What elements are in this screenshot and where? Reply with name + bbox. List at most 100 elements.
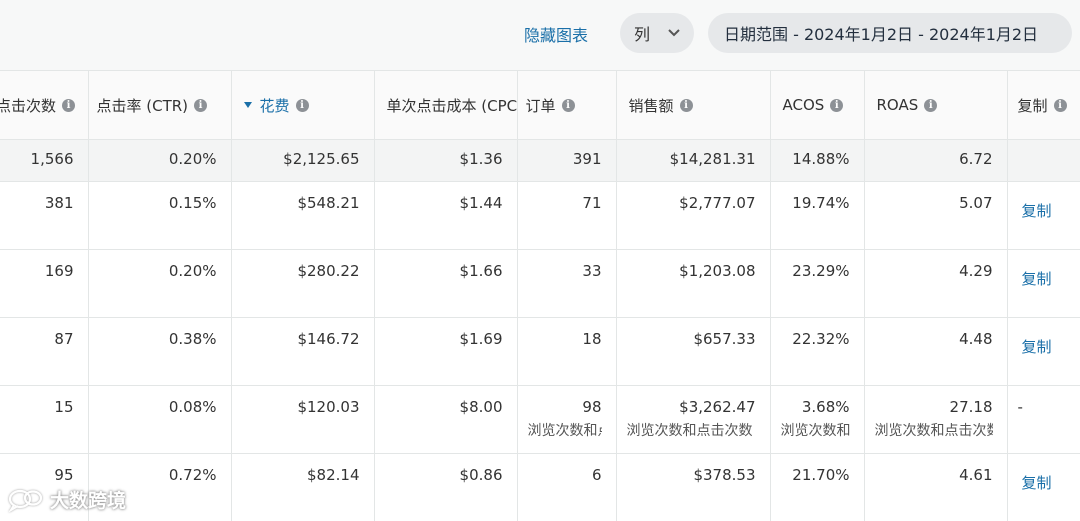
copy-link[interactable]: 复制 (1022, 270, 1052, 288)
total-orders: 391 (517, 139, 617, 182)
table-row: 381 0.15% $548.21 $1.44 71 $2,777.07 19.… (0, 181, 1080, 250)
copy-link[interactable]: 复制 (1022, 202, 1052, 220)
cell-orders-note: 浏览次数和点击次数 (527, 423, 602, 439)
cell-spend: $548.21 (231, 181, 375, 250)
cell-roas: 5.07 (864, 181, 1008, 250)
chat-bubbles-icon (8, 489, 43, 512)
col-label: 点击次数 (0, 96, 57, 115)
cell-sales: $2,777.07 (616, 181, 771, 250)
cell-ctr: 0.38% (88, 317, 232, 386)
cell-sales-value: $3,262.47 (679, 398, 756, 416)
cell-clicks: 15 (0, 385, 89, 454)
cell-orders: 33 (517, 249, 617, 318)
info-icon[interactable]: i (830, 98, 844, 112)
cell-acos-value: 3.68% (801, 398, 850, 416)
col-header-spend[interactable]: 花费 i (231, 70, 375, 140)
date-range-button[interactable]: 日期范围 - 2024年1月2日 - 2024年1月2日 (708, 13, 1072, 53)
cell-roas: 4.61 (864, 453, 1008, 521)
col-label: 花费 (259, 96, 290, 115)
total-acos: 14.88% (770, 139, 865, 182)
cell-orders-value: 98 (582, 398, 602, 416)
cell-copy: 复制 (1007, 317, 1080, 386)
cell-cpc: $8.00 (374, 385, 518, 454)
cell-copy: 复制 (1007, 249, 1080, 318)
cell-spend: $146.72 (231, 317, 375, 386)
table-row: 87 0.38% $146.72 $1.69 18 $657.33 22.32%… (0, 317, 1080, 386)
col-header-roas[interactable]: ROAS i (864, 70, 1008, 140)
col-label: ACOS (782, 96, 825, 114)
cell-spend: $120.03 (231, 385, 375, 454)
columns-dropdown[interactable]: 列 (620, 13, 694, 53)
copy-link[interactable]: 复制 (1022, 474, 1052, 492)
col-label: 销售额 (628, 96, 674, 115)
table-row: 15 0.08% $120.03 $8.00 98 浏览次数和点击次数 $3,2… (0, 385, 1080, 454)
col-label: 订单 (525, 96, 556, 115)
info-icon[interactable]: i (561, 98, 575, 112)
cell-clicks: 87 (0, 317, 89, 386)
info-icon[interactable]: i (679, 98, 693, 112)
info-icon[interactable]: i (194, 98, 208, 112)
info-icon[interactable]: i (295, 98, 309, 112)
sort-desc-icon (243, 102, 252, 109)
cell-sales: $378.53 (616, 453, 771, 521)
total-cpc: $1.36 (374, 139, 518, 182)
campaign-table: 点击次数 i 点击率 (CTR) i 花费 i 单次点击成本 (CPC 订单 i 销售额… (0, 70, 1080, 521)
col-header-clicks[interactable]: 点击次数 i (0, 70, 89, 140)
cell-clicks: 169 (0, 249, 89, 318)
total-ctr: 0.20% (88, 139, 232, 182)
cell-spend: $280.22 (231, 249, 375, 318)
cell-cpc: $1.66 (374, 249, 518, 318)
table-header-row: 点击次数 i 点击率 (CTR) i 花费 i 单次点击成本 (CPC 订单 i 销售额… (0, 70, 1080, 140)
col-header-ctr[interactable]: 点击率 (CTR) i (88, 70, 232, 140)
cell-acos: 3.68% 浏览次数和点击次数 (770, 385, 865, 454)
col-header-orders[interactable]: 订单 i (517, 70, 617, 140)
watermark-text: 大数跨境 (50, 490, 127, 512)
cell-clicks: 381 (0, 181, 89, 250)
cell-roas: 27.18 浏览次数和点击次数 (864, 385, 1008, 454)
cell-ctr: 0.15% (88, 181, 232, 250)
cell-roas: 4.29 (864, 249, 1008, 318)
cell-orders: 18 (517, 317, 617, 386)
cell-orders: 6 (517, 453, 617, 521)
col-header-copy[interactable]: 复制 i (1007, 70, 1080, 140)
date-range-label: 日期范围 - 2024年1月2日 - 2024年1月2日 (724, 25, 1039, 44)
copy-link[interactable]: 复制 (1022, 338, 1052, 356)
table-row: 169 0.20% $280.22 $1.66 33 $1,203.08 23.… (0, 249, 1080, 318)
cell-spend: $82.14 (231, 453, 375, 521)
cell-sales: $3,262.47 浏览次数和点击次数 (616, 385, 771, 454)
total-sales: $14,281.31 (616, 139, 771, 182)
cell-acos: 21.70% (770, 453, 865, 521)
cell-roas-note: 浏览次数和点击次数 (874, 423, 993, 439)
cell-sales: $657.33 (616, 317, 771, 386)
col-label: 复制 (1017, 96, 1048, 115)
info-icon[interactable]: i (62, 98, 76, 112)
table-toolbar: 隐藏图表 列 日期范围 - 2024年1月2日 - 2024年1月2日 (0, 0, 1080, 70)
info-icon[interactable]: i (924, 98, 938, 112)
cell-cpc: $1.69 (374, 317, 518, 386)
cell-copy: 复制 (1007, 453, 1080, 521)
chevron-down-icon (668, 29, 680, 37)
cell-sales: $1,203.08 (616, 249, 771, 318)
total-copy (1007, 139, 1080, 182)
total-spend: $2,125.65 (231, 139, 375, 182)
copy-unavailable: - (1017, 398, 1023, 416)
info-icon[interactable]: i (1053, 98, 1067, 112)
cell-copy: - (1007, 385, 1080, 454)
cell-copy: 复制 (1007, 181, 1080, 250)
totals-row: 1,566 0.20% $2,125.65 $1.36 391 $14,281.… (0, 139, 1080, 182)
col-header-acos[interactable]: ACOS i (770, 70, 865, 140)
cell-roas-value: 27.18 (949, 398, 993, 416)
table-row: 95 0.72% $82.14 $0.86 6 $378.53 21.70% 4… (0, 453, 1080, 521)
cell-sales-note: 浏览次数和点击次数 (626, 423, 753, 439)
col-header-cpc[interactable]: 单次点击成本 (CPC (374, 70, 518, 140)
hide-chart-link[interactable]: 隐藏图表 (524, 22, 588, 46)
col-label: 点击率 (CTR) (96, 96, 189, 115)
columns-label: 列 (634, 25, 651, 44)
watermark: 大数跨境 (8, 486, 126, 513)
cell-acos: 19.74% (770, 181, 865, 250)
total-clicks: 1,566 (0, 139, 89, 182)
cell-acos-note: 浏览次数和点击次数 (780, 423, 850, 439)
col-header-sales[interactable]: 销售额 i (616, 70, 771, 140)
cell-roas: 4.48 (864, 317, 1008, 386)
cell-ctr: 0.08% (88, 385, 232, 454)
